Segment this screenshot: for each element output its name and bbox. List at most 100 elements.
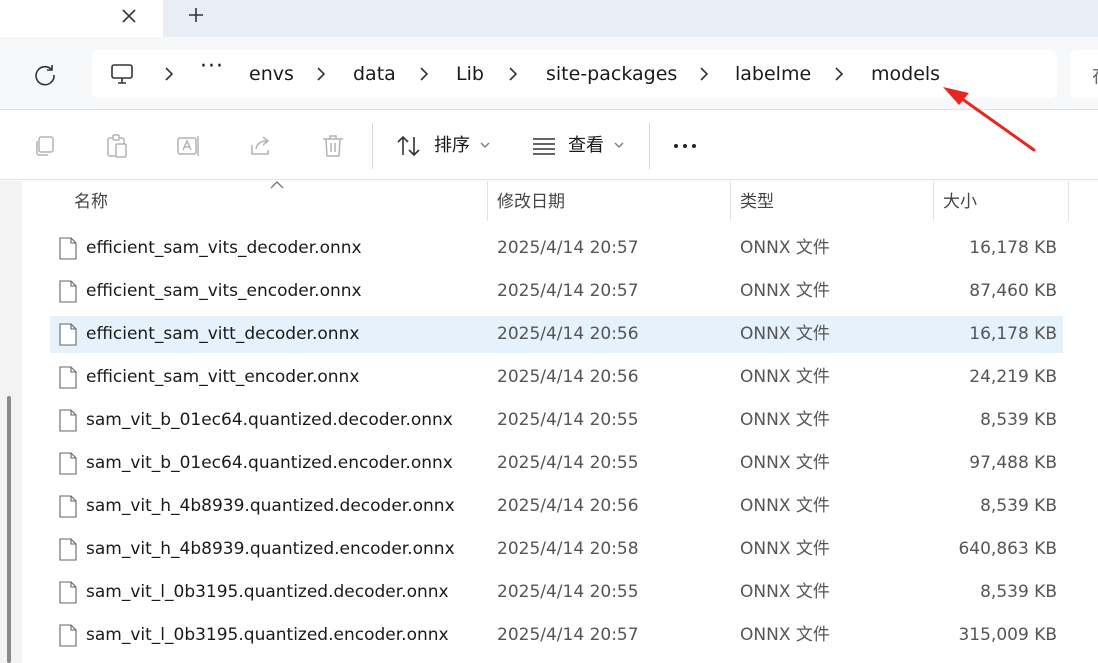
chevron-right-icon[interactable] — [506, 64, 520, 84]
file-size: 87,460 KB — [969, 281, 1057, 301]
column-header-row: 名称 修改日期 类型 大小 — [22, 181, 1098, 223]
file-name: efficient_sam_vits_decoder.onnx — [86, 238, 362, 258]
sort-ascending-icon — [270, 181, 284, 189]
file-date: 2025/4/14 20:57 — [497, 625, 639, 645]
breadcrumb-item-labelme[interactable]: labelme — [735, 61, 811, 87]
file-size: 8,539 KB — [980, 496, 1057, 516]
document-icon — [59, 581, 77, 604]
column-separator[interactable] — [933, 181, 934, 221]
file-name: sam_vit_b_01ec64.quantized.encoder.onnx — [86, 453, 453, 473]
chevron-right-icon[interactable] — [314, 64, 328, 84]
breadcrumb-item-site-packages[interactable]: site-packages — [546, 61, 677, 87]
sort-button[interactable]: 排序 — [396, 131, 492, 161]
file-row[interactable]: sam_vit_l_0b3195.quantized.encoder.onnx … — [50, 617, 1063, 654]
file-row[interactable]: efficient_sam_vits_decoder.onnx 2025/4/1… — [50, 230, 1063, 267]
search-placeholder: 在 — [1092, 61, 1098, 88]
column-header-date[interactable]: 修改日期 — [497, 191, 565, 213]
column-separator[interactable] — [730, 181, 731, 221]
file-date: 2025/4/14 20:55 — [497, 453, 639, 473]
breadcrumb-item-data[interactable]: data — [353, 61, 396, 87]
view-icon — [533, 138, 555, 155]
view-button[interactable]: 查看 — [532, 131, 628, 161]
sort-icon — [397, 135, 420, 157]
file-row[interactable]: sam_vit_b_01ec64.quantized.encoder.onnx … — [50, 445, 1063, 482]
chevron-right-icon[interactable] — [832, 64, 846, 84]
toolbar-divider — [649, 123, 650, 169]
document-icon — [59, 624, 77, 647]
vertical-scrollbar[interactable] — [0, 181, 22, 663]
file-row[interactable]: sam_vit_l_0b3195.quantized.decoder.onnx … — [50, 574, 1063, 611]
file-type: ONNX 文件 — [740, 582, 830, 602]
file-name: sam_vit_b_01ec64.quantized.decoder.onnx — [86, 410, 453, 430]
file-type: ONNX 文件 — [740, 281, 830, 301]
file-type: ONNX 文件 — [740, 238, 830, 258]
file-row[interactable]: sam_vit_h_4b8939.quantized.encoder.onnx … — [50, 531, 1063, 568]
file-date: 2025/4/14 20:55 — [497, 410, 639, 430]
breadcrumb-item-lib[interactable]: Lib — [456, 61, 484, 87]
scrollbar-thumb[interactable] — [7, 396, 11, 663]
this-pc-icon[interactable] — [110, 63, 134, 85]
file-size: 8,539 KB — [980, 582, 1057, 602]
search-box[interactable]: 在 — [1070, 50, 1098, 98]
breadcrumb-overflow[interactable]: ··· — [200, 54, 224, 79]
file-date: 2025/4/14 20:57 — [497, 238, 639, 258]
column-header-size[interactable]: 大小 — [943, 191, 977, 213]
file-size: 97,488 KB — [969, 453, 1057, 473]
file-date: 2025/4/14 20:56 — [497, 367, 639, 387]
toolbar-divider — [372, 123, 373, 169]
file-size: 640,863 KB — [958, 539, 1057, 559]
file-explorer-window: ··· envs data Lib site-packages labelme … — [0, 0, 1098, 663]
tab-strip — [0, 0, 1098, 37]
file-type: ONNX 文件 — [740, 496, 830, 516]
column-separator[interactable] — [1068, 181, 1069, 221]
file-row[interactable]: sam_vit_b_01ec64.quantized.decoder.onnx … — [50, 402, 1063, 439]
chevron-right-icon[interactable] — [417, 64, 431, 84]
file-row[interactable]: efficient_sam_vitt_encoder.onnx 2025/4/1… — [50, 359, 1063, 396]
chevron-right-icon[interactable] — [697, 64, 711, 84]
share-icon[interactable] — [248, 133, 274, 159]
document-icon — [59, 237, 77, 260]
file-type: ONNX 文件 — [740, 453, 830, 473]
more-icon[interactable] — [672, 133, 698, 159]
paste-icon[interactable] — [104, 133, 130, 159]
active-tab[interactable] — [0, 0, 163, 37]
breadcrumb-item-envs[interactable]: envs — [249, 61, 294, 87]
rename-icon[interactable] — [176, 133, 202, 159]
file-name: sam_vit_l_0b3195.quantized.encoder.onnx — [86, 625, 449, 645]
new-tab-icon[interactable] — [183, 2, 209, 28]
file-name: sam_vit_h_4b8939.quantized.decoder.onnx — [86, 496, 455, 516]
file-row[interactable]: sam_vit_h_4b8939.quantized.decoder.onnx … — [50, 488, 1063, 525]
file-name: sam_vit_h_4b8939.quantized.encoder.onnx — [86, 539, 455, 559]
file-size: 24,219 KB — [969, 367, 1057, 387]
file-date: 2025/4/14 20:55 — [497, 582, 639, 602]
copy-icon[interactable] — [32, 133, 58, 159]
close-tab-icon[interactable] — [117, 4, 141, 28]
chevron-right-icon[interactable] — [162, 64, 176, 84]
document-icon — [59, 366, 77, 389]
file-size: 16,178 KB — [969, 324, 1057, 344]
column-separator[interactable] — [487, 181, 488, 221]
file-date: 2025/4/14 20:57 — [497, 281, 639, 301]
file-date: 2025/4/14 20:58 — [497, 539, 639, 559]
file-type: ONNX 文件 — [740, 625, 830, 645]
breadcrumb[interactable]: ··· envs data Lib site-packages labelme … — [92, 50, 1057, 98]
file-row-selected[interactable]: efficient_sam_vitt_decoder.onnx 2025/4/1… — [50, 316, 1063, 353]
document-icon — [59, 452, 77, 475]
file-name: efficient_sam_vitt_decoder.onnx — [86, 324, 360, 344]
chevron-down-icon — [614, 142, 624, 148]
chevron-down-icon — [480, 142, 490, 148]
document-icon — [59, 538, 77, 561]
annotation-arrow — [943, 87, 1036, 152]
document-icon — [59, 409, 77, 432]
delete-icon[interactable] — [320, 133, 346, 159]
document-icon — [59, 323, 77, 346]
file-name: efficient_sam_vits_encoder.onnx — [86, 281, 362, 301]
file-size: 315,009 KB — [958, 625, 1057, 645]
file-type: ONNX 文件 — [740, 367, 830, 387]
file-size: 8,539 KB — [980, 410, 1057, 430]
file-row[interactable]: efficient_sam_vits_encoder.onnx 2025/4/1… — [50, 273, 1063, 310]
column-header-type[interactable]: 类型 — [740, 191, 774, 213]
sort-label: 排序 — [434, 135, 470, 156]
column-header-name[interactable]: 名称 — [74, 191, 108, 213]
refresh-icon[interactable] — [30, 60, 60, 90]
